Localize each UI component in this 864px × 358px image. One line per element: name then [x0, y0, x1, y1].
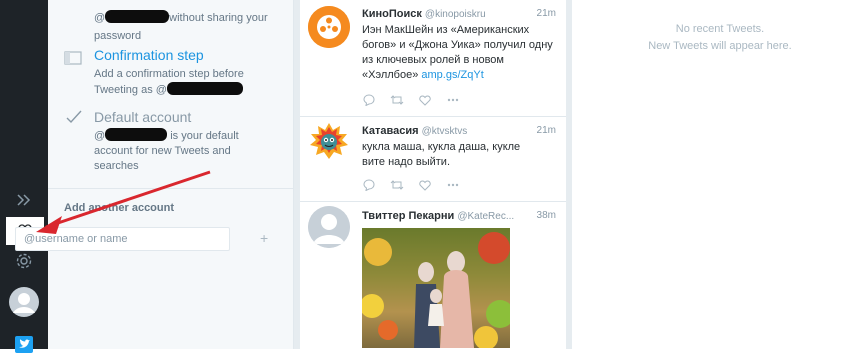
default-account-toggle[interactable]: Default account: [94, 109, 191, 125]
tweet-list[interactable]: КиноПоиск @kinopoiskru 21m Иэн МакШейн и…: [300, 0, 566, 349]
redacted-handle: [166, 82, 243, 95]
like-icon[interactable]: [418, 179, 432, 191]
more-icon[interactable]: [446, 179, 460, 191]
tweet-actions: [362, 179, 460, 191]
tweet-photo[interactable]: [362, 228, 510, 348]
add-account-section: Add another account: [48, 188, 293, 349]
more-icon[interactable]: [446, 94, 460, 106]
tweet-author-handle[interactable]: @KateRec...: [457, 211, 514, 222]
tweet-author-name[interactable]: Катавасия: [362, 125, 419, 137]
reply-icon[interactable]: [362, 94, 376, 106]
tweet-text: Иэн МакШейн из «Американских богов» и «Д…: [362, 23, 557, 83]
tweet-body: кукла маша, кукла даша, кукле вите надо …: [362, 141, 521, 168]
tweet-avatar[interactable]: [308, 206, 350, 248]
add-account-label: Add another account: [64, 202, 175, 214]
confirmation-desc: Add a confirmation step before Tweeting …: [94, 67, 269, 98]
default-account-desc: @ is your default account for new Tweets…: [94, 128, 254, 174]
tweet-avatar[interactable]: [308, 121, 350, 163]
handle-prefix: @: [94, 12, 106, 24]
confirmation-icon: [64, 51, 82, 65]
tweet-item[interactable]: Твиттер Пекарни @KateRec... 38m: [300, 202, 566, 349]
tweet-author-handle[interactable]: @ktvsktvs: [422, 126, 468, 137]
expand-icon[interactable]: [6, 186, 42, 214]
tweet-header: КиноПоиск @kinopoiskru 21m: [362, 8, 556, 22]
redacted-handle: [105, 10, 170, 23]
settings-icon[interactable]: [6, 247, 42, 275]
retweet-icon[interactable]: [390, 179, 404, 191]
like-icon[interactable]: [418, 94, 432, 106]
handle-prefix: @: [94, 130, 106, 142]
tweet-actions: [362, 94, 460, 106]
empty-state-title: No recent Tweets.: [675, 23, 765, 35]
tweet-author-name[interactable]: Твиттер Пекарни: [362, 210, 454, 222]
empty-column: No recent Tweets. New Tweets will appear…: [590, 0, 850, 349]
reply-icon[interactable]: [362, 179, 376, 191]
confirmation-step-toggle[interactable]: Confirmation step: [94, 47, 204, 63]
tweet-item[interactable]: КиноПоиск @kinopoiskru 21m Иэн МакШейн и…: [300, 0, 566, 117]
tweet-timestamp[interactable]: 21m: [537, 8, 556, 19]
add-account-input[interactable]: [15, 227, 230, 251]
tweet-header: Катавасия @ktvsktvs 21m: [362, 125, 556, 139]
tweet-author-handle[interactable]: @kinopoiskru: [425, 9, 486, 20]
tweet-timestamp[interactable]: 38m: [537, 210, 556, 221]
checkmark-icon: [66, 110, 82, 129]
empty-state-subtitle: New Tweets will appear here.: [648, 40, 792, 52]
tweet-text: кукла маша, кукла даша, кукле вите надо …: [362, 140, 522, 170]
tweet-link[interactable]: amp.gs/ZqYt: [421, 69, 483, 81]
timeline-column: КиноПоиск @kinopoiskru 21m Иэн МакШейн и…: [294, 0, 572, 349]
redacted-handle: [105, 128, 168, 141]
tweet-timestamp[interactable]: 21m: [537, 125, 556, 136]
avatar[interactable]: [6, 286, 42, 318]
accounts-panel: @ without sharing your password Confirmat…: [48, 0, 294, 349]
share-access-desc: @ without sharing your password: [94, 8, 284, 44]
tweet-header: Твиттер Пекарни @KateRec... 38m: [362, 210, 556, 224]
twitter-bird-icon[interactable]: [6, 330, 42, 358]
tweet-avatar[interactable]: [308, 6, 350, 48]
add-account-plus-icon[interactable]: +: [260, 231, 268, 245]
retweet-icon[interactable]: [390, 94, 404, 106]
tweet-author-name[interactable]: КиноПоиск: [362, 8, 422, 20]
tweet-item[interactable]: Катавасия @ktvsktvs 21m кукла маша, кукл…: [300, 117, 566, 202]
nav-rail: [0, 0, 48, 353]
